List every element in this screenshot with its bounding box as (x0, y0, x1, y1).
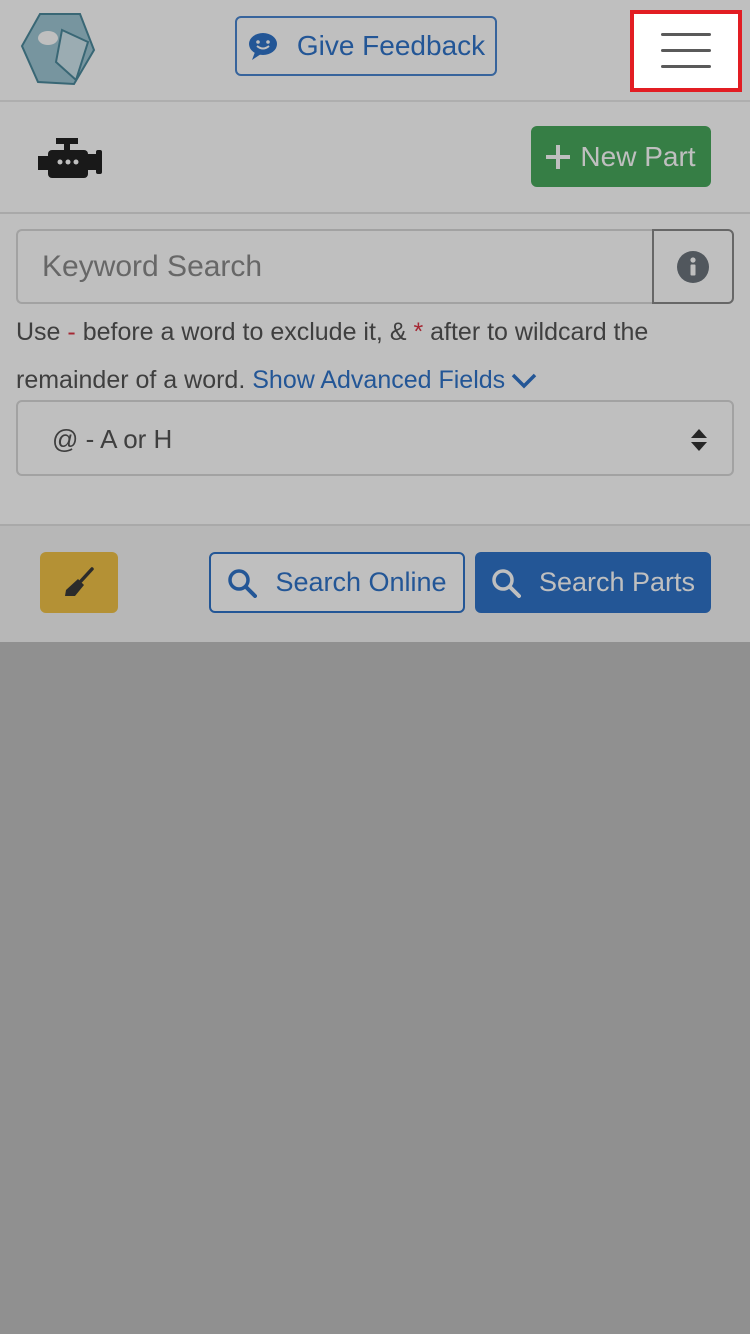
hamburger-menu-icon (661, 33, 711, 68)
category-select[interactable]: @ - A or H (16, 400, 734, 476)
sort-arrows-icon (691, 429, 707, 451)
page: Give Feedback New Part Keyword Search Us… (0, 0, 750, 642)
give-feedback-label: Give Feedback (296, 30, 486, 61)
info-icon (677, 250, 709, 283)
search-info-button[interactable] (652, 229, 734, 304)
search-actions-bar: Search Online Search Parts (0, 524, 750, 642)
help-text-part-2: before a word to exclude it, & (82, 318, 407, 346)
broom-icon (65, 566, 94, 596)
keyword-search-input[interactable] (16, 229, 652, 304)
engine-icon (38, 138, 102, 178)
clear-search-button[interactable] (40, 552, 118, 613)
category-select-value: @ - A or H (52, 424, 173, 454)
chat-smile-icon (248, 33, 277, 60)
search-online-button[interactable]: Search Online (209, 552, 465, 613)
search-help-text: Use - before a word to exclude it, & * a… (16, 308, 736, 404)
help-text-part-1: Use (16, 318, 61, 346)
give-feedback-button[interactable]: Give Feedback (235, 16, 497, 76)
search-parts-label: Search Parts (538, 567, 696, 597)
help-dash: - (67, 318, 76, 346)
new-part-label: New Part (580, 140, 696, 172)
show-advanced-fields-label: Show Advanced Fields (252, 366, 506, 394)
top-navbar: Give Feedback (0, 0, 750, 102)
search-online-label: Search Online (275, 567, 447, 597)
magnifier-icon (228, 568, 258, 598)
parts-toolbar: New Part (0, 102, 750, 214)
search-parts-button[interactable]: Search Parts (475, 552, 711, 613)
hexagon-logo-icon[interactable] (18, 10, 96, 88)
keyword-search-group (16, 229, 734, 304)
new-part-button[interactable]: New Part (531, 126, 711, 187)
hamburger-menu-button[interactable] (630, 10, 742, 92)
magnifier-icon (492, 568, 521, 598)
help-star: * (413, 318, 424, 346)
show-advanced-fields-link[interactable]: Show Advanced Fields (252, 366, 537, 394)
chevron-down-icon (511, 374, 537, 389)
plus-icon (546, 144, 571, 169)
